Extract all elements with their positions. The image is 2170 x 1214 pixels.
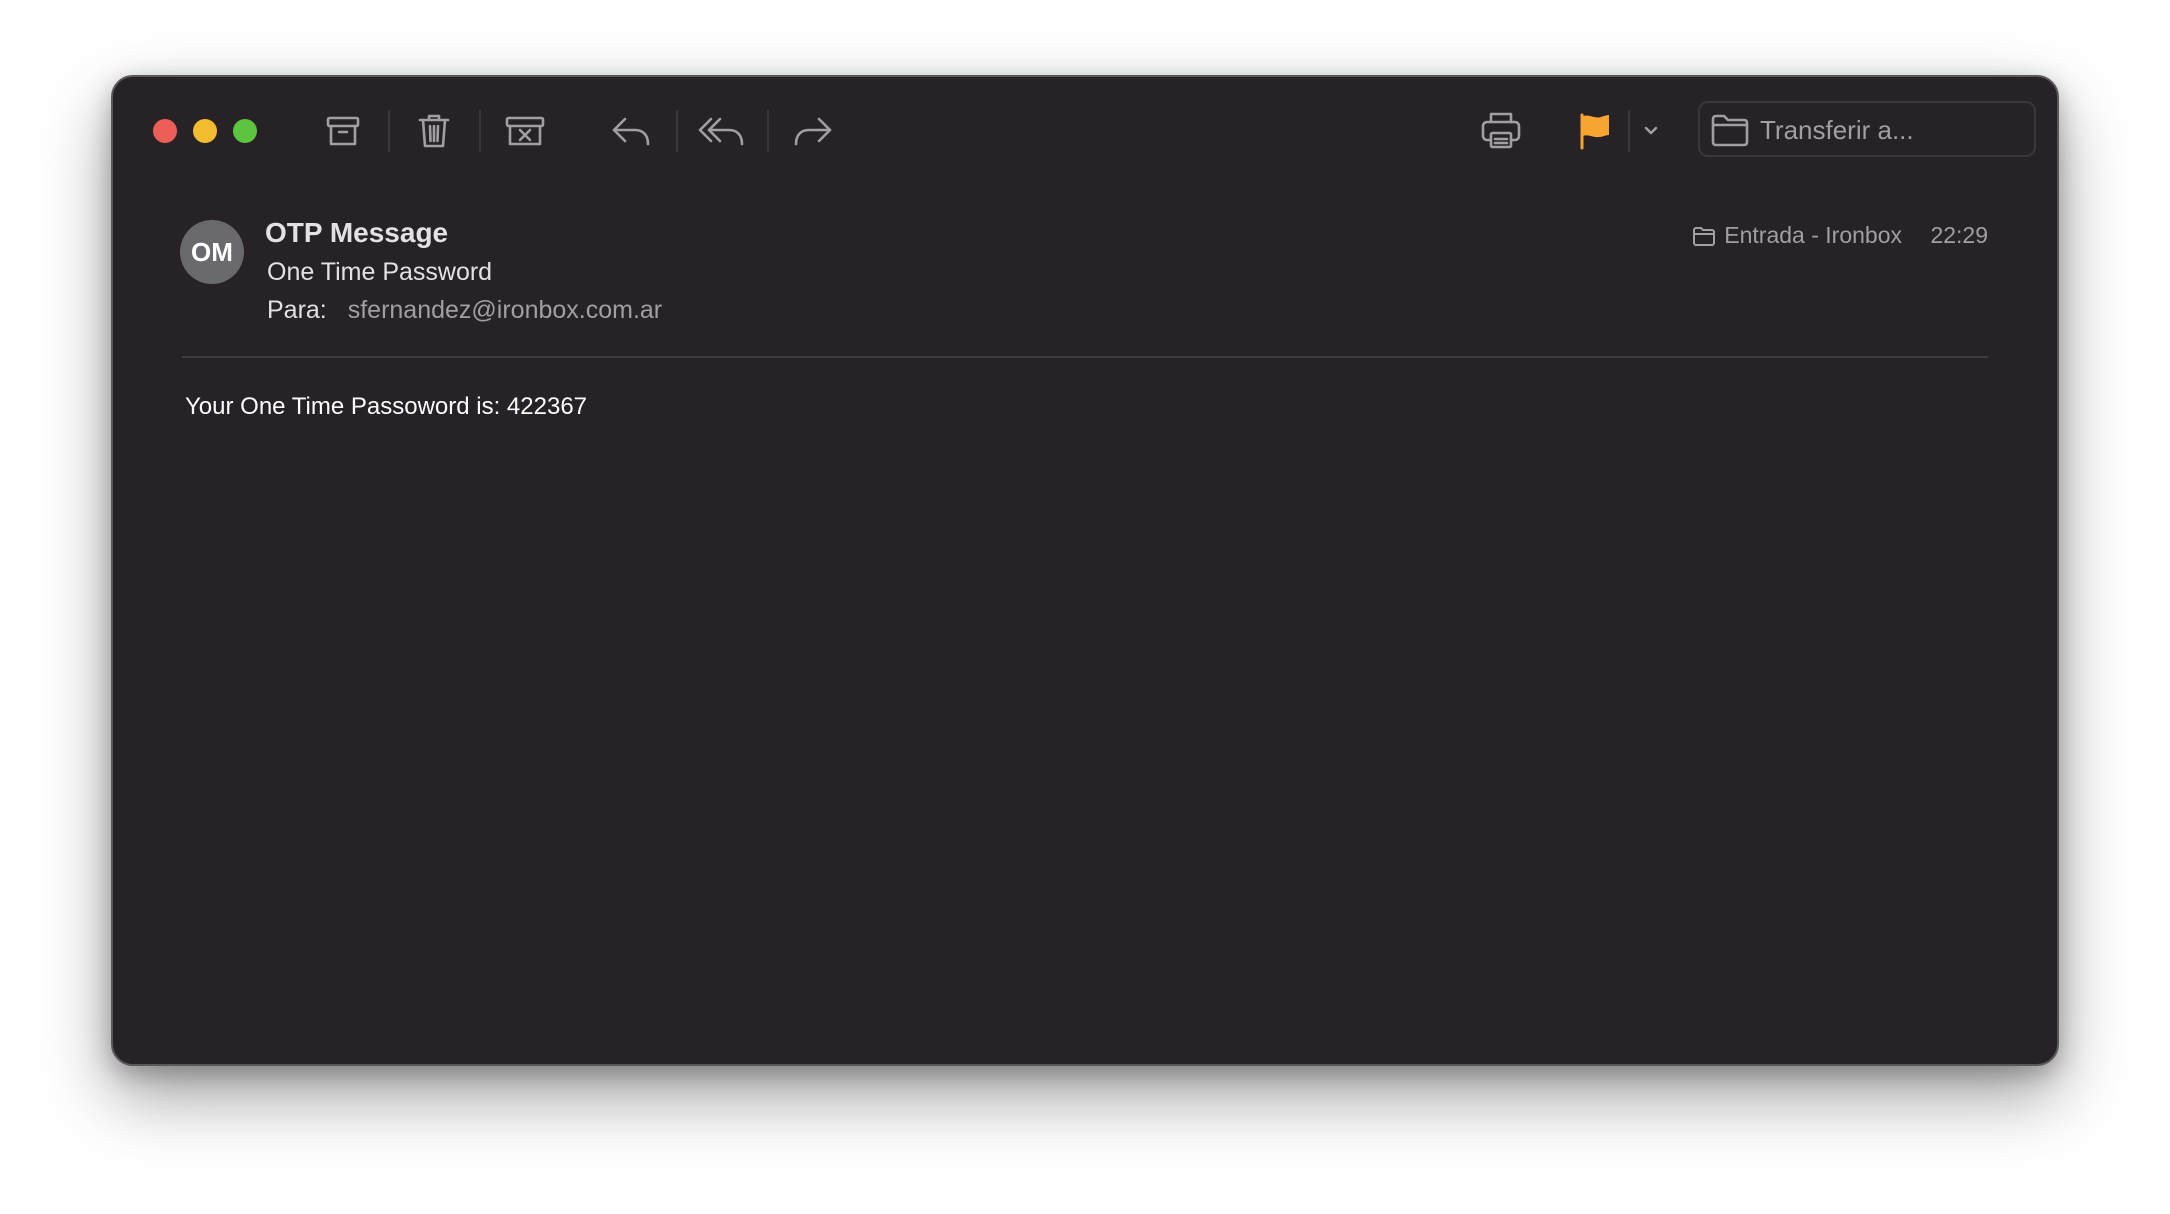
recipient-row: Para: sfernandez@ironbox.com.ar [267,296,662,325]
close-window-button[interactable] [153,119,177,143]
chevron-down-icon [1644,126,1658,135]
move-to-mailbox-field[interactable]: Transferir a... [1698,101,2036,157]
toolbar: Transferir a... [113,77,2057,177]
junk-icon [505,116,545,146]
mail-window: Transferir a... OM OTP Message One Time … [111,75,2059,1066]
archive-button[interactable] [317,105,369,157]
junk-button[interactable] [499,105,551,157]
folder-icon [1710,113,1750,152]
trash-button[interactable] [408,105,460,157]
print-button[interactable] [1475,105,1527,157]
minimize-window-button[interactable] [193,119,217,143]
forward-icon [794,117,832,146]
reply-all-button[interactable] [696,105,748,157]
recipient-address[interactable]: sfernandez@ironbox.com.ar [348,296,662,324]
message-subject: One Time Password [267,258,493,286]
flag-icon [1580,113,1609,150]
folder-icon [1693,226,1716,246]
archive-icon [326,116,360,146]
sender-name: OTP Message [265,217,449,248]
header-divider [182,356,1988,358]
message-body: Your One Time Passoword is: 422367 [185,393,588,420]
mailbox-indicator: Entrada - Ironbox [1692,222,1902,249]
forward-button[interactable] [787,105,839,157]
flag-button[interactable] [1569,105,1621,157]
printer-icon [1481,112,1521,149]
message-header: OM OTP Message One Time Password Para: s… [113,177,2057,357]
reply-icon [612,117,650,146]
message-time: 22:29 [1930,222,1988,248]
to-label: Para: [267,296,327,324]
flag-menu-button[interactable] [1636,105,1666,157]
reply-button[interactable] [605,105,657,157]
mailbox-name: Entrada - Ironbox [1724,222,1902,248]
move-to-placeholder: Transferir a... [1760,115,1914,145]
reply-all-icon [698,117,744,146]
maximize-window-button[interactable] [233,119,257,143]
trash-icon [418,114,450,148]
avatar: OM [180,220,244,284]
